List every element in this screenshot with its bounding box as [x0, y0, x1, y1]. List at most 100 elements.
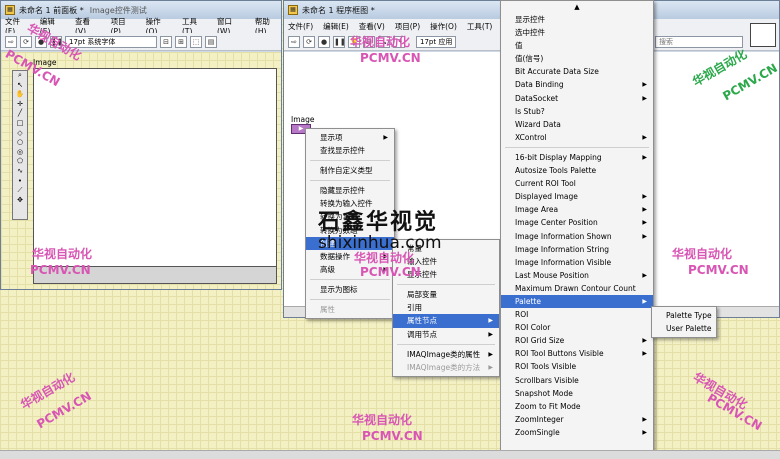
- context-menu-item-15: 属性: [320, 305, 335, 315]
- create-menu-item-imaqimage: IMAQImage类的方法: [393, 361, 499, 374]
- labview-panel-icon: ▦: [5, 5, 15, 15]
- distribute-icon[interactable]: ⊞: [175, 35, 187, 48]
- watermark-en: PCMV.CN: [362, 429, 423, 443]
- crosshair-tool-icon[interactable]: ✛: [17, 100, 23, 110]
- bd-menu-tools[interactable]: 工具(T): [467, 21, 492, 32]
- context-menu-item-1[interactable]: 查找显示控件: [306, 144, 394, 157]
- property-menu-item-datasocket[interactable]: DataSocket: [501, 92, 653, 105]
- property-menu-item-displayed-image[interactable]: Displayed Image: [501, 190, 653, 203]
- bd-pause-icon[interactable]: ❚❚: [333, 35, 346, 48]
- search-placeholder: 搜索: [659, 38, 673, 46]
- property-menu-item-image-information-shown[interactable]: Image Information Shown: [501, 230, 653, 243]
- bd-menu-view[interactable]: 查看(V): [359, 21, 385, 32]
- bd-run-arrow-icon[interactable]: ⇨: [288, 35, 300, 48]
- bd-menu-project[interactable]: 项目(P): [395, 21, 420, 32]
- zoom-tool-icon[interactable]: ⌕: [18, 71, 22, 81]
- resize-icon[interactable]: ⬚: [190, 35, 202, 48]
- menu-separator: [310, 278, 390, 280]
- property-menu-item-3[interactable]: 值(信号): [501, 52, 653, 65]
- menu-separator: [397, 343, 495, 345]
- palette-menu-item-user-palette[interactable]: User Palette: [652, 322, 716, 335]
- property-menu-item-wizard-data[interactable]: Wizard Data: [501, 118, 653, 131]
- property-menu-item-roi[interactable]: ROI: [501, 308, 653, 321]
- polygon-tool-icon[interactable]: ⬠: [17, 157, 23, 167]
- context-menu-item-5[interactable]: 隐藏显示控件: [306, 184, 394, 197]
- freehand-tool-icon[interactable]: ∿: [17, 167, 23, 177]
- property-menu-item-image-center-position[interactable]: Image Center Position: [501, 216, 653, 229]
- site-url-watermark: shixinhua.com: [318, 233, 442, 253]
- run-arrow-icon[interactable]: ⇨: [5, 35, 17, 48]
- property-menu-item-0[interactable]: 显示控件: [501, 13, 653, 26]
- property-menu-item-palette[interactable]: Palette: [501, 294, 653, 308]
- watermark-en: PCMV.CN: [688, 263, 749, 277]
- watermark-cn: 华视自动化: [350, 35, 411, 49]
- font-selector[interactable]: 17pt 系统字体: [65, 35, 157, 48]
- property-menu-item-1[interactable]: 选中控件: [501, 26, 653, 39]
- oval-tool-icon[interactable]: ○: [17, 138, 23, 148]
- vi-icon: [750, 23, 776, 47]
- create-menu-item-6[interactable]: 属性节点: [393, 314, 499, 328]
- property-menu-item-image-information-visible[interactable]: Image Information Visible: [501, 256, 653, 269]
- property-menu-item-current-roi-tool[interactable]: Current ROI Tool: [501, 177, 653, 190]
- arrow-tool-icon[interactable]: ↖: [17, 81, 23, 91]
- property-menu-item-roi-tools-visible[interactable]: ROI Tools Visible: [501, 360, 653, 373]
- property-menu-item-xcontrol[interactable]: XControl: [501, 131, 653, 144]
- property-menu-item-2[interactable]: 值: [501, 39, 653, 52]
- context-menu-item-13[interactable]: 显示为图标: [306, 283, 394, 296]
- annulus-tool-icon[interactable]: ◎: [17, 148, 23, 158]
- pan-tool-icon[interactable]: ✥: [17, 196, 23, 206]
- property-menu-item-maximum-drawn-contour-count[interactable]: Maximum Drawn Contour Count: [501, 282, 653, 295]
- bd-abort-icon[interactable]: ●: [318, 35, 330, 48]
- property-menu-item-zoomsingle[interactable]: ZoomSingle: [501, 426, 653, 439]
- property-menu-item-snapshot-mode[interactable]: Snapshot Mode: [501, 387, 653, 400]
- property-menu-item-image-area[interactable]: Image Area: [501, 203, 653, 216]
- desktop-scrollbar[interactable]: [0, 450, 780, 459]
- property-menu-item-roi-tool-buttons-visible[interactable]: ROI Tool Buttons Visible: [501, 347, 653, 360]
- bd-menu-edit[interactable]: 编辑(E): [323, 21, 349, 32]
- reorder-icon[interactable]: ▤: [205, 35, 217, 48]
- palette-menu-item-palette-type[interactable]: Palette Type: [652, 309, 716, 322]
- block-diagram-title: 未命名 1 程序框图 *: [302, 5, 375, 15]
- align-icon[interactable]: ⊟: [160, 35, 172, 48]
- rectangle-tool-icon[interactable]: □: [17, 119, 24, 129]
- tools-palette: ⌕ ↖ ✋ ✛ ╱ □ ◇ ○ ◎ ⬠ ∿ • ⟋ ✥: [12, 70, 28, 220]
- menu-separator: [310, 160, 390, 162]
- create-menu-item-7[interactable]: 调用节点: [393, 328, 499, 341]
- context-menu-item-3[interactable]: 制作自定义类型: [306, 164, 394, 177]
- image-terminal-label: Image: [291, 115, 315, 124]
- create-menu-item-imaqimage[interactable]: IMAQImage类的属性: [393, 348, 499, 361]
- point-tool-icon[interactable]: •: [18, 177, 22, 187]
- property-menu-item-last-mouse-position[interactable]: Last Mouse Position: [501, 269, 653, 282]
- line-tool-icon[interactable]: ╱: [18, 109, 22, 119]
- watermark-cn: 华视自动化: [352, 413, 413, 427]
- broken-line-tool-icon[interactable]: ⟋: [18, 186, 23, 196]
- create-menu-item-4[interactable]: 局部变量: [393, 288, 499, 301]
- search-box[interactable]: 搜索: [655, 36, 743, 48]
- property-menu-item-bit-accurate-data-size[interactable]: Bit Accurate Data Size: [501, 65, 653, 78]
- property-menu-item-autosize-tools-palette[interactable]: Autosize Tools Palette: [501, 164, 653, 177]
- property-menu-item-roi-color[interactable]: ROI Color: [501, 321, 653, 334]
- rotated-rect-tool-icon[interactable]: ◇: [17, 129, 22, 139]
- create-menu-item-5[interactable]: 引用: [393, 301, 499, 314]
- property-menu-item-data-binding[interactable]: Data Binding: [501, 78, 653, 91]
- watermark-cn: 华视自动化: [354, 251, 415, 265]
- watermark-en: PCMV.CN: [360, 51, 421, 65]
- context-menu-item-0[interactable]: 显示项: [306, 131, 394, 144]
- run-continuous-icon[interactable]: ⟳: [20, 35, 32, 48]
- property-menu-item-scrollbars-visible[interactable]: Scrollbars Visible: [501, 374, 653, 387]
- property-menu-item-zoominteger[interactable]: ZoomInteger: [501, 413, 653, 426]
- bd-font-selector[interactable]: 17pt 应用: [416, 35, 456, 48]
- menu-separator: [310, 180, 390, 182]
- property-menu-item-roi-grid-size[interactable]: ROI Grid Size: [501, 334, 653, 347]
- hand-tool-icon[interactable]: ✋: [16, 90, 25, 100]
- property-menu-item-16-bit-display-mapping[interactable]: 16-bit Display Mapping: [501, 151, 653, 164]
- property-menu-item-is-stub[interactable]: Is Stub?: [501, 105, 653, 118]
- scroll-up-arrow-icon[interactable]: ▲: [501, 1, 653, 13]
- bd-menu-operate[interactable]: 操作(O): [430, 21, 457, 32]
- property-menu-item-zoom-to-fit-mode[interactable]: Zoom to Fit Mode: [501, 400, 653, 413]
- bd-menu-file[interactable]: 文件(F): [288, 21, 313, 32]
- bd-run-continuous-icon[interactable]: ⟳: [303, 35, 315, 48]
- labview-diagram-icon: ▦: [288, 5, 298, 15]
- watermark-cn: 华视自动化: [672, 247, 733, 261]
- property-menu-item-image-information-string[interactable]: Image Information String: [501, 243, 653, 256]
